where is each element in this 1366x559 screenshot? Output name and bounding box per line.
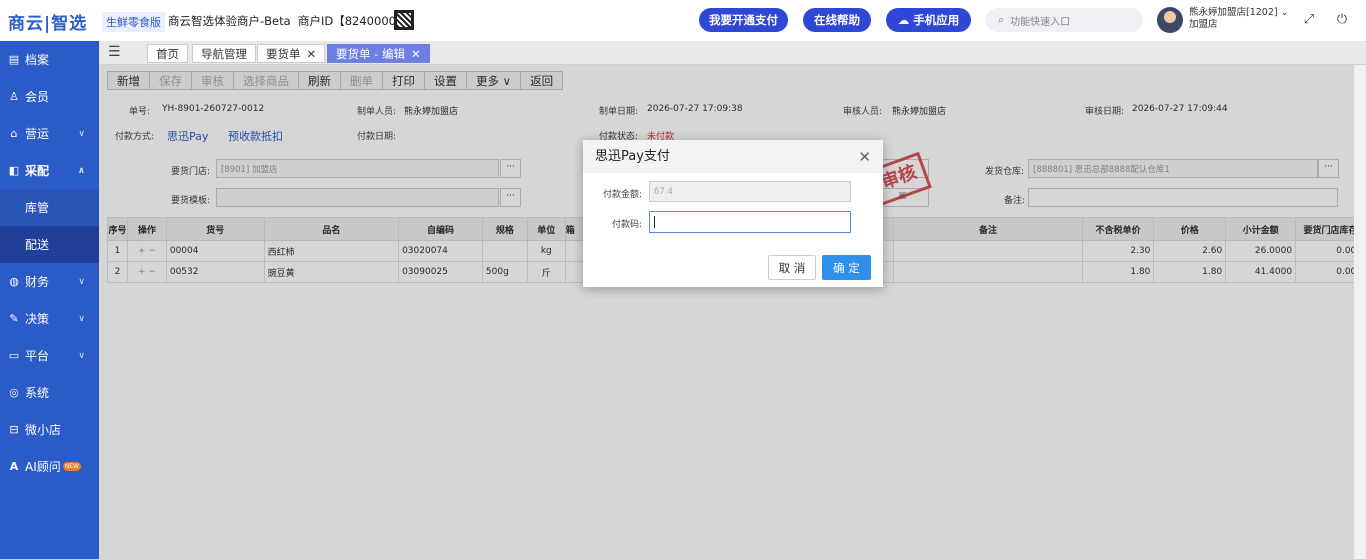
tab-order-edit[interactable]: 要货单 - 编辑 ✕	[327, 44, 430, 63]
chevron-down-icon: ∨	[78, 276, 85, 287]
chevron-down-icon: ∨	[78, 128, 85, 139]
sidebar-item-system[interactable]: ◎ 系统	[0, 374, 99, 411]
dialog-title: 思迅Pay支付	[583, 140, 883, 173]
sidebar-item-archive[interactable]: ▤ 档案	[0, 41, 99, 78]
cloud-icon: ☁	[897, 13, 910, 27]
avatar[interactable]	[1157, 7, 1183, 33]
system-icon: ◎	[9, 386, 19, 399]
sidebar-item-delivery[interactable]: 配送	[0, 226, 99, 263]
pay-code-label: 付款码:	[612, 220, 643, 230]
confirm-button[interactable]: 确 定	[822, 255, 871, 280]
chevron-down-icon: ∨	[78, 350, 85, 361]
finance-icon: ◍	[9, 275, 19, 288]
chevron-down-icon: ∨	[78, 313, 85, 324]
merchant-info: 商云智选体验商户-Beta 商户ID【82400001】	[168, 14, 415, 28]
sidebar-item-shop[interactable]: ⊟ 微小店	[0, 411, 99, 448]
search-icon: ⌕	[998, 13, 1005, 26]
platform-icon: ▭	[8, 349, 20, 362]
chevron-down-icon: ⌄	[1280, 7, 1289, 18]
tab-bar: ☰ 首页 导航管理 要货单 ✕ 要货单 - 编辑 ✕	[99, 41, 1366, 65]
pay-code-input[interactable]	[649, 211, 851, 233]
sidebar: ▤ 档案 ♙ 会员 ⌂ 营运 ∨ ◧ 采配 ∧ 库管 配送 ◍ 财务 ∨ ✎ 决策 ∨ ▭ 平台 ∨ ◎…	[0, 41, 99, 559]
archive-icon: ▤	[8, 53, 20, 66]
fullscreen-icon[interactable]: ⤢	[1301, 12, 1317, 28]
menu-collapse-icon[interactable]: ☰	[108, 45, 121, 59]
sidebar-item-inventory[interactable]: 库管	[0, 189, 99, 226]
tab-order[interactable]: 要货单 ✕	[257, 44, 326, 63]
open-pay-button[interactable]: 我要开通支付	[699, 8, 788, 32]
decision-icon: ✎	[9, 312, 19, 325]
tab-nav-manage[interactable]: 导航管理	[192, 44, 256, 63]
sidebar-item-member[interactable]: ♙ 会员	[0, 78, 99, 115]
top-bar: 商云|智选 生鲜零食版 商云智选体验商户-Beta 商户ID【82400001】…	[0, 0, 1366, 41]
amount-field: 67.4	[649, 181, 851, 202]
pay-dialog: 思迅Pay支付 ✕ 付款金额: 67.4 付款码: 取 消 确 定	[583, 140, 883, 287]
user-info[interactable]: 熊永婷加盟店[1202] ⌄ 加盟店	[1189, 7, 1289, 31]
sidebar-item-operation[interactable]: ⌂ 营运 ∨	[0, 115, 99, 152]
power-icon[interactable]: ⏻	[1334, 12, 1350, 28]
sidebar-item-platform[interactable]: ▭ 平台 ∨	[0, 337, 99, 374]
tab-home[interactable]: 首页	[147, 44, 188, 63]
edition-tag: 生鲜零食版	[102, 12, 165, 32]
user-icon: ♙	[9, 90, 19, 103]
amount-label: 付款金额:	[603, 190, 643, 200]
quick-search-input[interactable]: ⌕ 功能快速入口	[986, 8, 1143, 32]
qrcode-icon[interactable]	[394, 10, 414, 30]
store-icon: ⌂	[10, 127, 18, 140]
sidebar-item-ai[interactable]: A AI顾问 NEW	[0, 448, 99, 485]
sidebar-item-finance[interactable]: ◍ 财务 ∨	[0, 263, 99, 300]
sidebar-item-decision[interactable]: ✎ 决策 ∨	[0, 300, 99, 337]
shop-icon: ⊟	[9, 423, 19, 436]
close-icon[interactable]: ✕	[858, 148, 871, 166]
purchase-icon: ◧	[8, 164, 20, 177]
mobile-app-button[interactable]: ☁ 手机应用	[886, 8, 971, 32]
new-badge: NEW	[62, 462, 81, 471]
chevron-up-icon: ∧	[77, 165, 85, 176]
close-icon[interactable]: ✕	[307, 47, 317, 61]
online-help-button[interactable]: 在线帮助	[803, 8, 871, 32]
app-logo: 商云|智选	[8, 14, 88, 34]
cancel-button[interactable]: 取 消	[768, 255, 816, 280]
close-icon[interactable]: ✕	[411, 47, 421, 61]
sidebar-item-purchase[interactable]: ◧ 采配 ∧	[0, 152, 99, 189]
scrollbar[interactable]	[1354, 65, 1366, 559]
ai-icon: A	[9, 460, 19, 473]
